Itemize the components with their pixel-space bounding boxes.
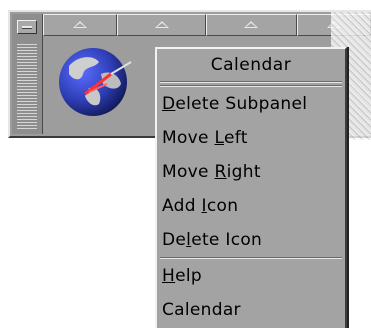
subpanel-arrow-button[interactable] bbox=[206, 14, 297, 36]
menu-item-text: ete Icon bbox=[191, 230, 263, 250]
menu-item-text: eft bbox=[223, 128, 248, 148]
minimize-button[interactable] bbox=[17, 20, 37, 34]
menu-item-text: elete Subpanel bbox=[175, 94, 308, 114]
menu-item-mnemonic: H bbox=[162, 266, 176, 286]
menu-item-move-right[interactable]: Move Right bbox=[157, 155, 345, 189]
menu-item-text: Move bbox=[162, 162, 215, 182]
drag-grip[interactable] bbox=[17, 44, 37, 130]
menu-item-text: De bbox=[162, 230, 187, 250]
menu-item-mnemonic: D bbox=[162, 94, 176, 114]
up-arrow-icon bbox=[244, 21, 259, 28]
up-arrow-icon bbox=[154, 21, 169, 28]
subpanel-arrow-button[interactable] bbox=[43, 14, 118, 36]
menu-item-text: Move bbox=[162, 128, 215, 148]
menu-item-help[interactable]: Help bbox=[157, 259, 345, 293]
menu-item-mnemonic: R bbox=[214, 162, 227, 182]
panel-handle[interactable] bbox=[12, 14, 43, 134]
menu-item-add-icon[interactable]: Add Icon bbox=[157, 189, 345, 223]
menu-item-delete-subpanel[interactable]: Delete Subpanel bbox=[157, 87, 345, 121]
menu-item-text: ight bbox=[226, 162, 261, 182]
subpanel-arrow-button[interactable] bbox=[117, 14, 206, 36]
menu-item-delete-icon[interactable]: Delete Icon bbox=[157, 223, 345, 257]
subpanel-arrow-row bbox=[43, 14, 371, 36]
menu-item-text: Calendar bbox=[162, 300, 241, 320]
menu-item-calendar[interactable]: Calendar bbox=[157, 293, 345, 327]
menu-separator bbox=[160, 81, 342, 83]
menu-item-move-left[interactable]: Move Left bbox=[157, 121, 345, 155]
menu-item-text: con bbox=[206, 196, 239, 216]
popup-menu: Calendar Delete Subpanel Move Left Move … bbox=[155, 47, 347, 328]
menu-title: Calendar bbox=[210, 55, 292, 75]
menu-item-text: elp bbox=[175, 266, 202, 286]
menu-item-text: Add bbox=[162, 196, 202, 216]
menu-item-mnemonic: L bbox=[214, 128, 224, 148]
globe-icon[interactable] bbox=[55, 44, 135, 120]
up-arrow-icon bbox=[73, 21, 88, 28]
